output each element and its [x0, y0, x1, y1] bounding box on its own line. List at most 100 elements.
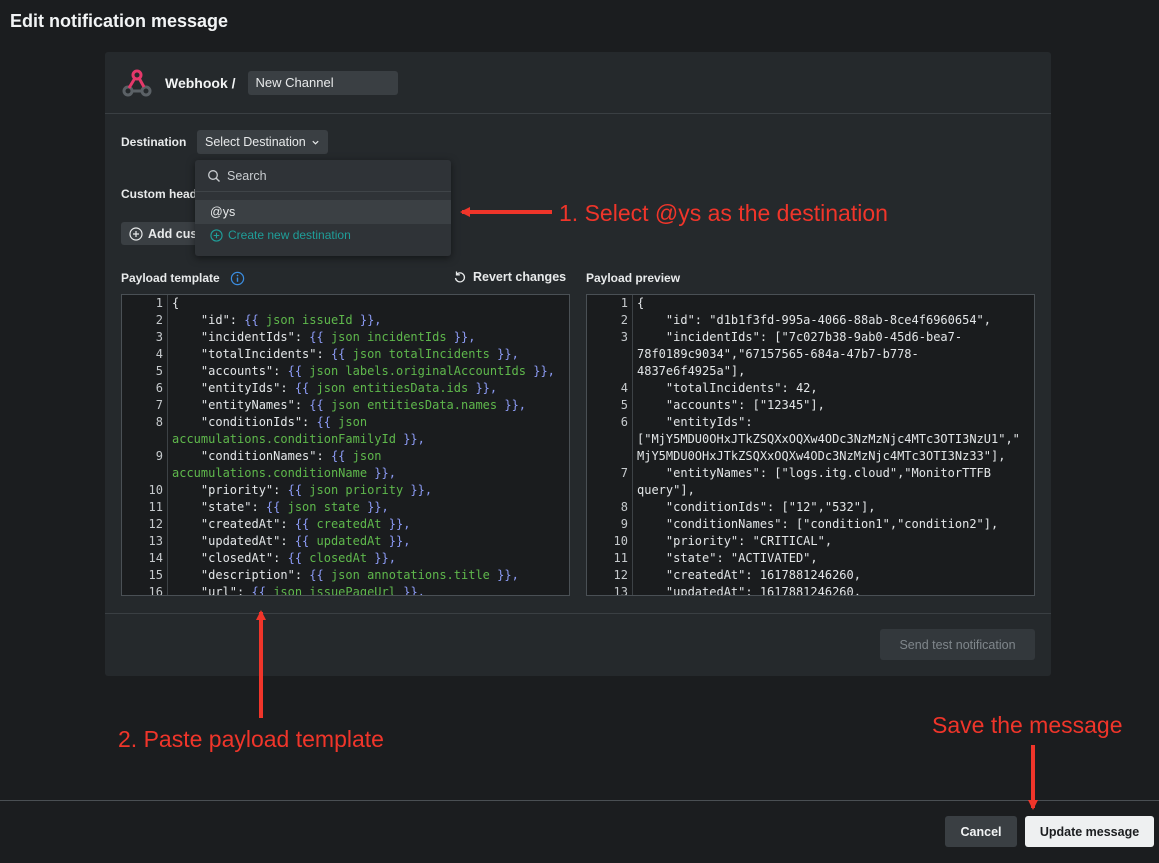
channel-type-label: Webhook / — [165, 74, 236, 91]
payload-preview-viewer: 1{2 "id": "d1b1f3fd-995a-4066-88ab-8ce4f… — [586, 294, 1035, 596]
line-number — [587, 448, 633, 465]
template-line: 6 "entityIds": {{ json entitiesData.ids … — [122, 380, 569, 397]
update-message-button[interactable]: Update message — [1025, 816, 1154, 847]
template-token: }}, — [374, 551, 396, 565]
line-number: 10 — [122, 482, 168, 499]
preview-line: 9 "conditionNames": ["condition1","condi… — [587, 516, 1034, 533]
template-token: "entityIds": — [172, 381, 295, 395]
template-token: { — [172, 296, 180, 310]
destination-option-ys[interactable]: @ys — [195, 200, 451, 224]
destination-label: Destination — [121, 135, 187, 149]
revert-changes-button[interactable]: Revert changes — [453, 270, 566, 284]
payload-preview-label: Payload preview — [586, 271, 681, 285]
template-token: "id": — [172, 313, 245, 327]
preview-line: 5 "accounts": ["12345"], — [587, 397, 1034, 414]
line-number: 11 — [587, 550, 633, 567]
preview-line-text: MjY5MDU0OHxJTkZSQXxOQXw4ODc3NzMzNjc4MTc3… — [637, 449, 1006, 463]
preview-line-text: "entityIds": — [637, 415, 753, 429]
template-token: "state": — [172, 500, 266, 514]
template-token: "description": — [172, 568, 310, 582]
line-number — [122, 465, 168, 482]
template-line: accumulations.conditionFamilyId }}, — [122, 431, 569, 448]
annotation-step-1: 1. Select @ys as the destination — [559, 200, 888, 226]
create-new-destination-label: Create new destination — [228, 228, 351, 242]
line-number — [587, 431, 633, 448]
template-line-text: accumulations.conditionFamilyId }}, — [168, 431, 425, 448]
template-token: {{ — [294, 534, 310, 548]
destination-select[interactable]: Select Destination — [197, 130, 328, 154]
preview-line-text: { — [637, 296, 645, 310]
template-token: json issuePageUrl — [265, 585, 404, 596]
preview-line: 11 "state": "ACTIVATED", — [587, 550, 1034, 567]
channel-name-input[interactable] — [247, 70, 398, 95]
template-line-text: "updatedAt": {{ updatedAt }}, — [168, 533, 411, 550]
line-number: 15 — [122, 567, 168, 584]
template-token: json — [330, 415, 368, 429]
preview-line-text: "priority": "CRITICAL", — [637, 534, 833, 548]
template-line: 12 "createdAt": {{ createdAt }}, — [122, 516, 569, 533]
send-test-notification-button[interactable]: Send test notification — [880, 629, 1035, 660]
info-icon[interactable] — [230, 271, 245, 286]
template-token: {{ — [251, 585, 266, 596]
preview-line-text: "state": "ACTIVATED", — [637, 551, 818, 565]
revert-icon — [454, 271, 466, 283]
preview-line: 12 "createdAt": 1617881246260, — [587, 567, 1034, 584]
template-line: 3 "incidentIds": {{ json incidentIds }}, — [122, 329, 569, 346]
preview-line: 6 "entityIds": — [587, 414, 1034, 431]
preview-line-text: "createdAt": 1617881246260, — [637, 568, 861, 582]
template-token: {{ — [287, 364, 303, 378]
line-number: 8 — [587, 499, 633, 516]
destination-select-label: Select Destination — [205, 135, 306, 149]
preview-line: 4 "totalIncidents": 42, — [587, 380, 1034, 397]
destination-search-input[interactable]: Search — [195, 160, 451, 192]
cancel-button[interactable]: Cancel — [945, 816, 1017, 847]
preview-line: 7 "entityNames": ["logs.itg.cloud","Moni… — [587, 465, 1034, 482]
template-line: 8 "conditionIds": {{ json — [122, 414, 569, 431]
line-number: 12 — [122, 516, 168, 533]
template-token: }}, — [367, 500, 389, 514]
template-line: 5 "accounts": {{ json labels.originalAcc… — [122, 363, 569, 380]
preview-line: 1{ — [587, 295, 1034, 312]
template-line-text: "priority": {{ json priority }}, — [168, 482, 432, 499]
template-line-text: { — [168, 295, 179, 312]
line-number: 7 — [122, 397, 168, 414]
panel-header: Webhook / — [105, 52, 1051, 114]
template-token: json entitiesData.ids — [309, 381, 476, 395]
template-token: json entitiesData.names — [323, 398, 505, 412]
channel-editor-panel: Webhook / Destination Select Destination… — [105, 52, 1051, 676]
annotation-step-3: Save the message — [932, 712, 1123, 738]
preview-line: 78f0189c9034","67157565-684a-47b7-b778- — [587, 346, 1034, 363]
line-number: 1 — [587, 295, 633, 312]
template-line-text: "description": {{ json annotations.title… — [168, 567, 519, 584]
template-token: "conditionNames": — [172, 449, 331, 463]
template-token: }}, — [403, 585, 425, 596]
template-token: {{ — [316, 415, 331, 429]
template-token: {{ — [244, 313, 259, 327]
template-token: "accounts": — [172, 364, 288, 378]
template-token: json labels.originalAccountIds — [302, 364, 534, 378]
payload-template-editor[interactable]: 1 {2 "id": {{ json issueId }}, 3 "incident… — [121, 294, 570, 596]
template-token: }}, — [504, 398, 527, 412]
template-line-text: "accounts": {{ json labels.originalAccou… — [168, 363, 555, 380]
template-line-text: "state": {{ json state }}, — [168, 499, 389, 516]
template-token: "priority": — [172, 483, 288, 497]
template-token: }}, — [388, 517, 411, 531]
line-number — [122, 431, 168, 448]
template-line: 15 "description": {{ json annotations.ti… — [122, 567, 569, 584]
page-title: Edit notification message — [10, 11, 229, 31]
template-token: closedAt — [302, 551, 375, 565]
create-new-destination-link[interactable]: Create new destination — [195, 224, 451, 246]
template-token: }}, — [497, 568, 519, 582]
line-number: 13 — [587, 584, 633, 595]
destination-search-placeholder: Search — [227, 168, 267, 183]
template-token: }}, — [497, 347, 519, 361]
template-token: "createdAt": — [172, 517, 295, 531]
template-line: 2 "id": {{ json issueId }}, — [122, 312, 569, 329]
template-line-text: "totalIncidents": {{ json totalIncidents… — [168, 346, 519, 363]
template-token: }}, — [410, 483, 433, 497]
template-line: 4 "totalIncidents": {{ json totalInciden… — [122, 346, 569, 363]
line-number: 1 — [122, 295, 168, 312]
template-token: {{ — [294, 517, 310, 531]
preview-line-text: ["MjY5MDU0OHxJTkZSQXxOQXw4ODc3NzMzNjc4MT… — [637, 432, 1020, 446]
template-token: "entityNames": — [172, 398, 310, 412]
